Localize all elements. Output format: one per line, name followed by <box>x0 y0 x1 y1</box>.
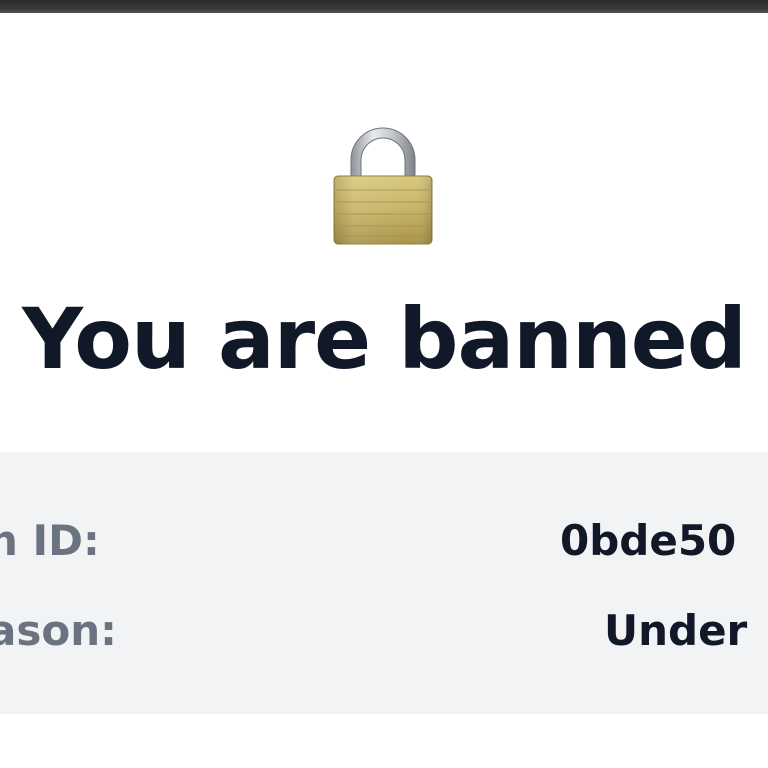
ban-id-label: n ID: <box>0 516 100 565</box>
device-bezel <box>0 0 768 13</box>
reason-label: ason: <box>0 606 117 655</box>
lock-icon <box>330 122 436 246</box>
ban-screen: You are banned n ID: 0bde50 ason: Under <box>0 0 768 768</box>
ban-id-value: 0bde50 <box>560 516 737 565</box>
ban-details-card: n ID: 0bde50 ason: Under <box>0 452 768 714</box>
reason-value: Under <box>604 606 748 655</box>
page-title: You are banned <box>22 290 747 388</box>
